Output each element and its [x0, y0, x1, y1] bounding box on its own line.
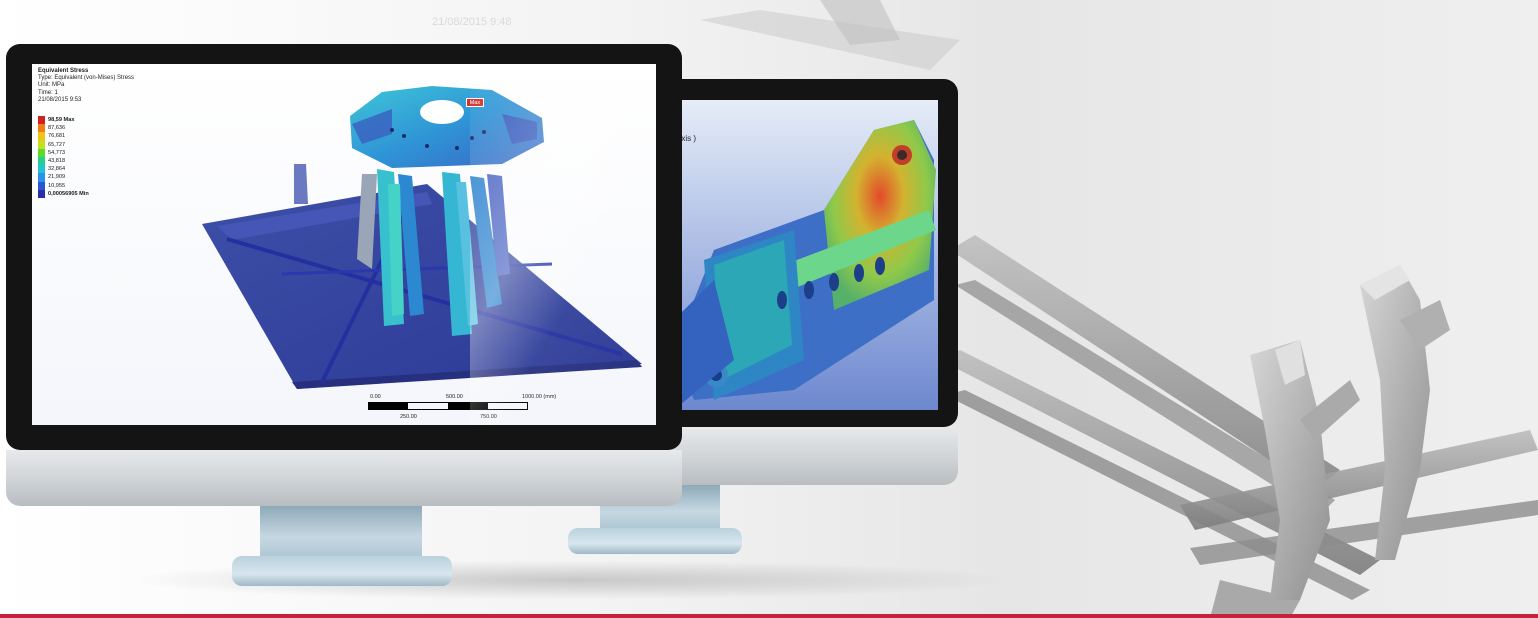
front-monitor-neck	[260, 506, 422, 558]
result-date: 21/08/2015 9:53	[38, 96, 82, 103]
legend-label: 98,59 Max	[48, 117, 75, 124]
scale-label-250: 250.00	[400, 414, 417, 420]
legend-swatch	[38, 116, 45, 125]
result-unit: Unit: MPa	[38, 82, 65, 89]
legend-row: 43,818	[38, 156, 89, 166]
legend-label: 10,955	[48, 182, 66, 189]
legend-row: 65,727	[38, 140, 89, 149]
legend-row: 54,773	[38, 148, 89, 157]
bottom-accent-line	[0, 614, 1538, 618]
max-probe-tag: Max	[466, 98, 484, 107]
legend-label: 54,773	[48, 149, 66, 156]
scale-bar-seg-1	[368, 402, 408, 410]
legend-label: 43,818	[48, 158, 66, 165]
result-title: Equivalent Stress	[38, 68, 89, 74]
legend-label: 32,864	[48, 166, 66, 173]
legend-label: 76,681	[48, 133, 66, 140]
legend-label: 65,727	[48, 141, 66, 148]
legend-label: 0,00056905 Min	[48, 190, 89, 197]
legend-swatch	[38, 124, 45, 133]
scale-label-0: 0.00	[370, 394, 381, 400]
legend-row: 98,59 Max	[38, 116, 89, 125]
legend-swatch	[38, 148, 45, 157]
back-monitor-foot	[568, 528, 742, 554]
scale-bar-seg-3	[448, 402, 488, 410]
front-monitor-screen: Equivalent Stress Type: Equivalent (von-…	[32, 64, 656, 425]
result-info: Equivalent Stress Type: Equivalent (von-…	[38, 68, 134, 104]
front-screen-model	[32, 64, 656, 425]
legend-row: 0,00056905 Min	[38, 189, 89, 198]
back-screen-model	[674, 100, 938, 410]
legend-swatch	[38, 165, 45, 174]
scale-bar: 0.00 500.00 1000.00 (mm) 250.00 750.00	[368, 394, 568, 425]
front-monitor-chin	[6, 450, 682, 506]
legend-row: 21,909	[38, 173, 89, 182]
legend-swatch	[38, 156, 45, 166]
back-monitor-chin	[640, 427, 958, 485]
scale-label-500: 500.00	[446, 394, 463, 400]
legend-label: 87,636	[48, 125, 66, 132]
legend-row: 76,681	[38, 132, 89, 141]
legend-swatch	[38, 132, 45, 141]
result-time: Time: 1	[38, 89, 58, 96]
legend-row: 87,636	[38, 124, 89, 133]
back-monitor-screen: Axis )	[674, 100, 938, 410]
legend-row: 32,864	[38, 165, 89, 174]
legend-swatch	[38, 173, 45, 182]
legend-row: 10,955	[38, 181, 89, 190]
result-type: Type: Equivalent (von-Mises) Stress	[38, 75, 135, 82]
legend-label: 21,909	[48, 174, 66, 181]
front-monitor-foot	[232, 556, 452, 586]
scale-label-1000: 1000.00 (mm)	[522, 394, 557, 400]
scale-label-750: 750.00	[480, 414, 497, 420]
legend-swatch	[38, 181, 45, 190]
stress-legend: 98,59 Max 87,636 76,681 65,727 54,773 43,818 3…	[38, 116, 89, 198]
legend-swatch	[38, 189, 45, 198]
legend-swatch	[38, 140, 45, 149]
